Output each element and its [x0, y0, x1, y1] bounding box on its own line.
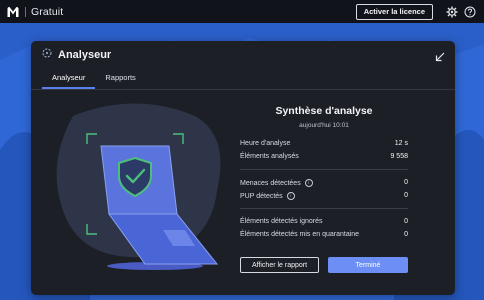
summary-row: Éléments détectés ignorés 0 [240, 215, 408, 228]
panel-title: Analyseur [58, 49, 112, 61]
info-icon[interactable]: i [304, 178, 313, 187]
gear-icon[interactable] [446, 6, 458, 18]
row-label: Éléments analysés [240, 153, 299, 160]
scanner-panel: Analyseur Analyseur Rapports Synthèse d'… [31, 41, 455, 295]
divider [240, 169, 408, 170]
summary-row: Éléments analysés 9 558 [240, 150, 408, 163]
tab-divider [31, 89, 455, 90]
row-value: 9 558 [390, 153, 408, 160]
summary-row: Éléments détectés mis en quarantaine 0 [240, 228, 408, 241]
collapse-icon[interactable] [435, 49, 445, 62]
row-value: 12 s [394, 140, 408, 147]
tab-analyseur[interactable]: Analyseur [42, 71, 96, 89]
row-value: 0 [404, 231, 408, 238]
malwarebytes-logo-icon [6, 5, 20, 19]
action-buttons: Afficher le rapport Terminé [240, 257, 408, 273]
view-report-button[interactable]: Afficher le rapport [240, 257, 319, 273]
activate-license-button[interactable]: Activer la licence [355, 3, 433, 20]
summary-row: PUP détectés i 0 [240, 189, 408, 202]
brand-separator [25, 6, 26, 17]
tab-bar: Analyseur Rapports [42, 71, 146, 89]
scan-complete-illustration [56, 103, 221, 270]
info-icon[interactable]: i [286, 191, 295, 200]
help-icon[interactable] [464, 6, 476, 18]
row-label: Heure d'analyse [240, 140, 291, 147]
row-value: 0 [404, 218, 408, 225]
panel-header: Analyseur [41, 47, 111, 63]
row-label: Éléments détectés ignorés [240, 218, 323, 225]
tab-rapports[interactable]: Rapports [95, 71, 145, 89]
title-bar: Gratuit Activer la licence [0, 0, 484, 23]
row-value: 0 [404, 192, 408, 199]
scan-summary: Synthèse d'analyse aujourd'hui 10:01 Heu… [240, 101, 408, 273]
summary-date: aujourd'hui 10:01 [299, 122, 349, 129]
summary-row: Heure d'analyse 12 s [240, 137, 408, 150]
done-button[interactable]: Terminé [328, 257, 408, 273]
row-label: Éléments détectés mis en quarantaine [240, 231, 360, 238]
divider [240, 208, 408, 209]
row-label: PUP détectés [240, 192, 283, 200]
edition-label: Gratuit [31, 5, 64, 18]
summary-title: Synthèse d'analyse [275, 105, 373, 117]
crosshair-icon [41, 46, 53, 64]
summary-row: Menaces détectées i 0 [240, 176, 408, 189]
row-value: 0 [404, 179, 408, 186]
row-label: Menaces détectées [240, 179, 301, 187]
